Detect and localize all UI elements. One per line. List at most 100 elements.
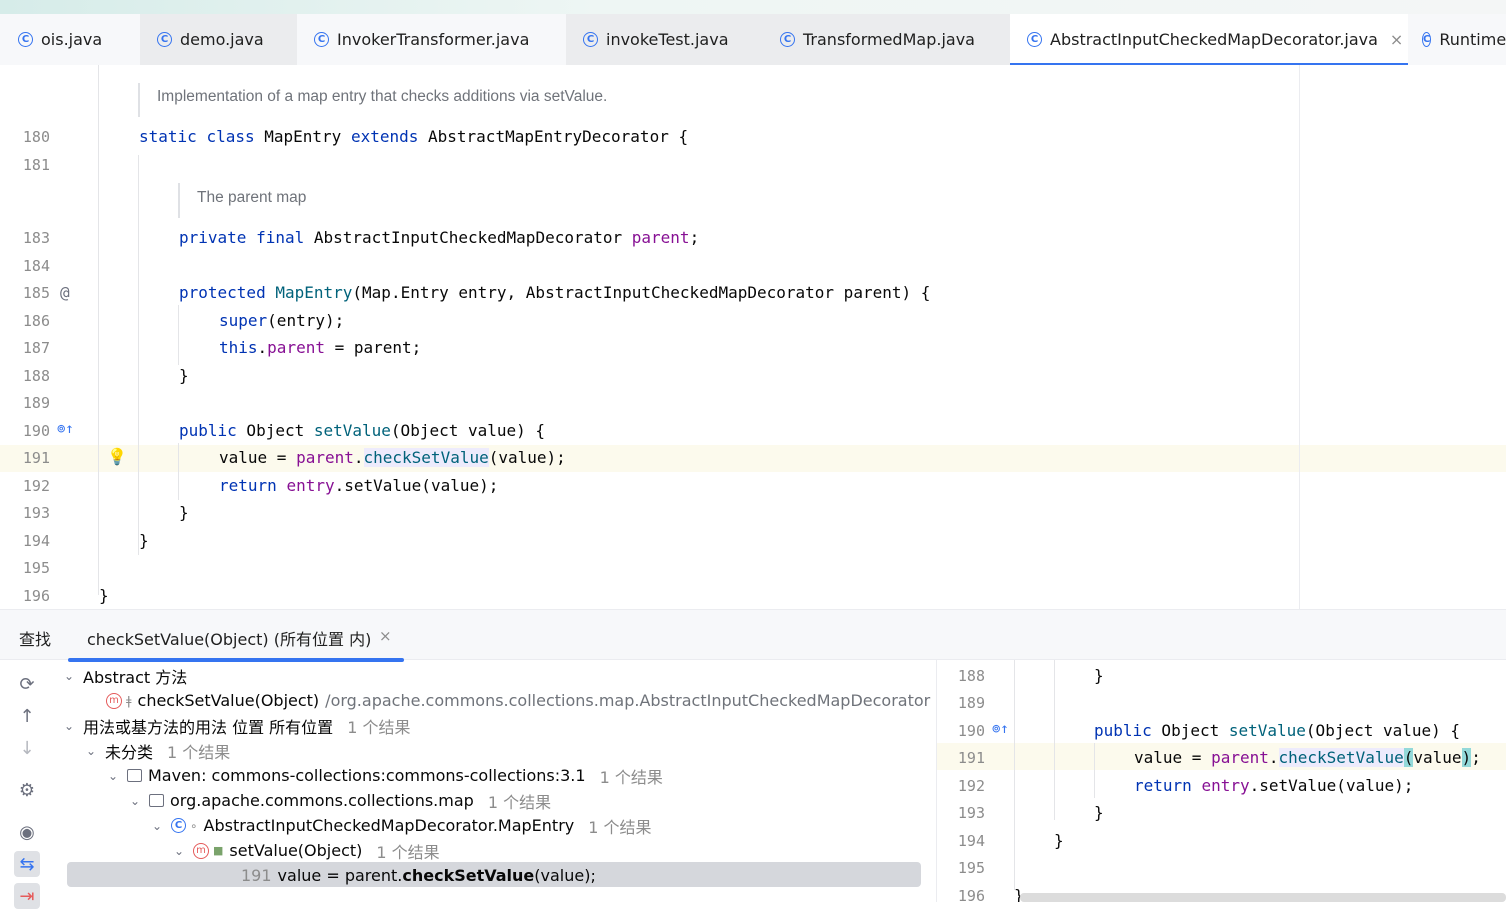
tab-invokertransformer-java[interactable]: C InvokerTransformer.java (297, 14, 566, 65)
find-results-tree: ⌄ Abstract 方法 m ǂ checkSetValue(Object)/org… (55, 660, 935, 902)
line-number: 186 (22, 312, 50, 330)
code-line-196: } (99, 586, 109, 605)
lock-icon: ■ (213, 844, 224, 857)
chevron-down-icon[interactable]: ⌄ (127, 794, 143, 808)
code-line-180: static class MapEntry extends AbstractMa… (139, 127, 689, 146)
line-number: 193 (957, 804, 985, 822)
usage-preview-editor[interactable]: 188 } 189 190 ⊚↑ public Object setValue(… (936, 660, 1506, 902)
tab-demo-java[interactable]: Cdemo.java (140, 14, 297, 65)
implements-method-icon[interactable]: ⊚↑ (57, 421, 74, 437)
line-number: 190 (22, 422, 50, 440)
preview-line-188: } (1094, 666, 1104, 685)
find-side-toolbar: ⟳ ↑ ↓ ⚙ ◉ ⇆ ⇥ (0, 660, 55, 909)
line-number: 187 (22, 339, 50, 357)
line-number: 196 (957, 887, 985, 902)
close-icon[interactable]: × (379, 627, 392, 645)
doc-comment: Implementation of a map entry that check… (157, 88, 608, 105)
preview-line-194: } (1054, 831, 1064, 850)
line-number: 188 (22, 367, 50, 385)
indent-guide (178, 305, 179, 365)
code-editor[interactable]: 176 Implementation of a map entry that c… (0, 65, 1506, 609)
code-line-192: return entry.setValue(value); (219, 476, 499, 495)
tree-node-maven-library[interactable]: ⌄ Maven: commons-collections:commons-coll… (105, 763, 935, 788)
line-number: 191 (22, 449, 50, 467)
indent-guide (1054, 660, 1055, 820)
doc-comment-bar (178, 183, 180, 218)
line-number: 185 (22, 284, 50, 302)
preview-line-191: value = parent.checkSetValue(value); (1134, 748, 1481, 767)
line-number: 181 (22, 156, 50, 174)
line-number: 194 (22, 532, 50, 550)
find-results-tab[interactable]: checkSetValue(Object) (所有位置 内) × (68, 610, 404, 662)
line-number: 189 (22, 394, 50, 412)
class-icon: C (314, 32, 329, 47)
chevron-down-icon[interactable]: ⌄ (61, 669, 77, 683)
class-icon: C (171, 818, 186, 833)
class-icon: C (583, 32, 598, 47)
chevron-down-icon[interactable]: ⌄ (149, 819, 165, 833)
tree-node-class-mapentry[interactable]: ⌄ C ∘ AbstractInputCheckedMapDecorator.MapE… (149, 813, 935, 838)
refresh-icon[interactable]: ⟳ (14, 671, 40, 697)
chevron-down-icon[interactable]: ⌄ (83, 744, 99, 758)
code-line-187: this.parent = parent; (219, 338, 422, 357)
find-toolwindow-title: 查找 (19, 630, 52, 649)
tab-ois-java[interactable]: Cois.java (0, 14, 140, 65)
library-icon (127, 769, 142, 782)
chevron-down-icon[interactable]: ⌄ (61, 719, 77, 733)
chevron-down-icon[interactable]: ⌄ (171, 844, 187, 858)
horizontal-scrollbar[interactable] (1020, 893, 1506, 902)
code-line-190: public Object setValue(Object value) { (179, 421, 546, 440)
indent-guide (1094, 743, 1095, 798)
chevron-down-icon[interactable]: ⌄ (105, 769, 121, 783)
code-line-185: protected MapEntry(Map.Entry entry, Abst… (179, 283, 931, 302)
doc-comment-bar (138, 83, 140, 117)
line-number: 176 (0, 65, 50, 69)
line-number: 194 (957, 832, 985, 850)
method-icon: m (193, 842, 209, 859)
preview-line-192: return entry.setValue(value); (1134, 776, 1414, 795)
package-icon (149, 794, 164, 807)
override-icon[interactable]: @ (60, 283, 70, 302)
class-icon: C (1027, 32, 1042, 47)
line-number: 196 (22, 587, 50, 605)
code-line-191: value = parent.checkSetValue(value); (219, 448, 566, 467)
tree-node-checksetvalue[interactable]: m ǂ checkSetValue(Object)/org.apache.commo… (106, 688, 935, 713)
tree-node-abstract-methods[interactable]: ⌄ Abstract 方法 (61, 663, 935, 688)
tree-node-usages[interactable]: ⌄ 用法或基方法的用法 位置 所有位置 1 个结果 (61, 713, 935, 738)
arrow-up-icon[interactable]: ↑ (14, 703, 40, 729)
arrow-down-icon[interactable]: ↓ (14, 735, 40, 761)
code-line-193: } (179, 503, 189, 522)
doc-comment: The parent map (197, 189, 307, 206)
implements-method-icon[interactable]: ⊚↑ (992, 721, 1009, 737)
preview-toggle-icon[interactable]: ⇆ (14, 851, 40, 877)
method-icon: m (106, 692, 122, 709)
preview-line-193: } (1094, 803, 1104, 822)
indent-guide (1014, 660, 1015, 890)
preview-line-190: public Object setValue(Object value) { (1094, 721, 1461, 740)
lightbulb-icon[interactable]: 💡 (107, 447, 127, 466)
tree-node-uncategorized[interactable]: ⌄ 未分类 1 个结果 (83, 738, 935, 763)
line-number: 192 (22, 477, 50, 495)
line-number: 190 (957, 722, 985, 740)
code-line-194: } (139, 531, 149, 550)
line-number: 180 (22, 128, 50, 146)
tab-transformedmap-java[interactable]: C TransformedMap.java (763, 14, 1010, 65)
tab-runtime[interactable]: C Runtime (1408, 14, 1506, 65)
eye-icon[interactable]: ◉ (14, 819, 40, 845)
settings-icon[interactable]: ⚙ (14, 777, 40, 803)
tree-node-usage-line[interactable]: 191 value = parent. checkSetValue (value); (241, 863, 935, 888)
close-tab-icon[interactable]: × (1390, 30, 1403, 49)
tree-node-method-setvalue[interactable]: ⌄ m ■ setValue(Object) 1 个结果 (171, 838, 935, 863)
visibility-icon: ∘ (190, 818, 198, 833)
line-number: 191 (957, 749, 985, 767)
find-tab-label: checkSetValue(Object) (所有位置 内) (87, 630, 372, 649)
export-icon[interactable]: ⇥ (14, 883, 40, 909)
tab-invoketest-java[interactable]: CinvokeTest.java (566, 14, 763, 65)
tab-abstractinputcheckedmapdecorator-java[interactable]: C AbstractInputCheckedMapDecorator.java × (1010, 14, 1408, 66)
class-icon: C (780, 32, 795, 47)
line-number: 193 (22, 504, 50, 522)
class-icon: C (18, 32, 33, 47)
class-icon: C (157, 32, 172, 47)
code-line-183: private final AbstractInputCheckedMapDec… (179, 228, 700, 247)
tree-node-package[interactable]: ⌄ org.apache.commons.collections.map 1 个结果 (127, 788, 935, 813)
